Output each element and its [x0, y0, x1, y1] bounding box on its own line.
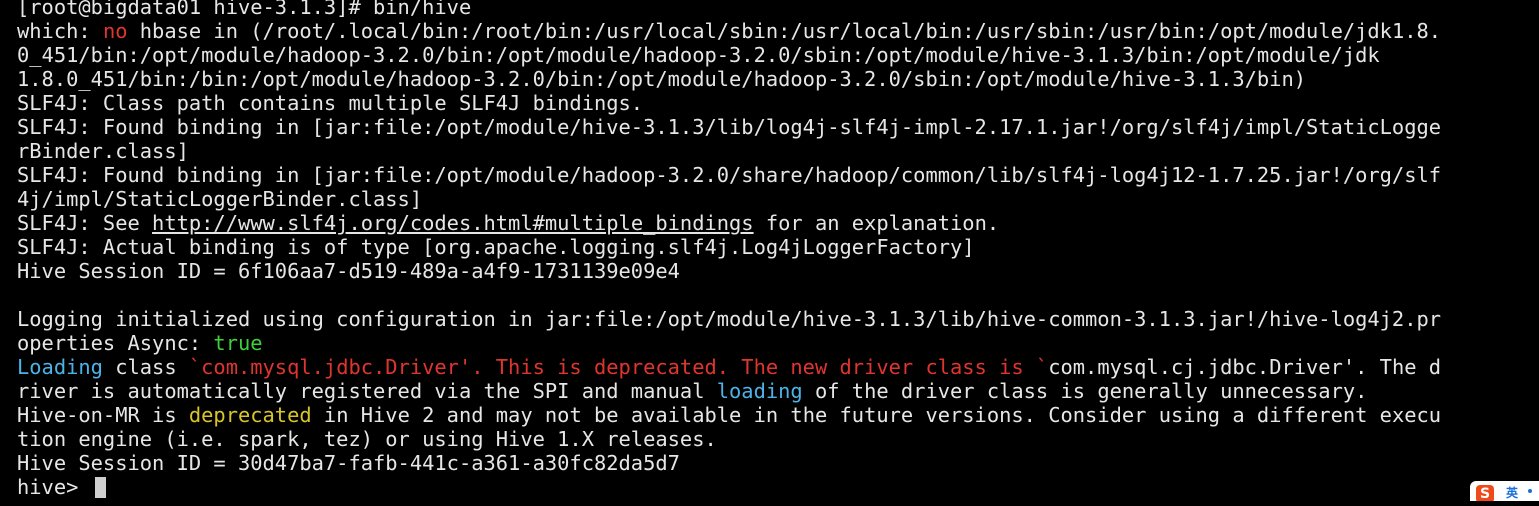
ime-punctuation-dot-icon[interactable]	[1528, 489, 1532, 493]
terminal-line: 0_451/bin:/opt/module/hadoop-3.2.0/bin:/…	[17, 43, 1380, 67]
text-cursor[interactable]	[94, 477, 106, 498]
terminal-line: SLF4J: See http://www.slf4j.org/codes.ht…	[17, 211, 1539, 235]
slf4j-docs-link[interactable]: http://www.slf4j.org/codes.html#multiple…	[152, 211, 754, 235]
keyword-text: loading	[716, 379, 803, 403]
terminal-text: for an explanation.	[753, 211, 1000, 235]
terminal-line: which: no hbase in (/root/.local/bin:/ro…	[17, 19, 1539, 43]
terminal-text: in Hive 2 and may not be available in th…	[311, 403, 1442, 427]
error-text: no	[102, 19, 128, 43]
terminal-text: operties Async:	[17, 331, 214, 355]
terminal-line: river is automatically registered via th…	[17, 379, 1539, 403]
terminal-line: Logging initialized using configuration …	[17, 307, 1442, 331]
terminal-text: river is automatically registered via th…	[17, 379, 717, 403]
ime-status-tray[interactable]: S 英	[1470, 481, 1539, 501]
terminal-line: operties Async: true	[17, 331, 1539, 355]
error-text: `com.mysql.jdbc.Driver'. This is depreca…	[188, 355, 1049, 379]
terminal-text: of the driver class is generally unneces…	[802, 379, 1368, 403]
terminal-text: class	[102, 355, 189, 379]
terminal-line: SLF4J: Actual binding is of type [org.ap…	[17, 235, 975, 259]
terminal-line: 4j/impl/StaticLoggerBinder.class]	[17, 187, 423, 211]
boolean-value: true	[213, 331, 263, 355]
terminal-line: tion engine (i.e. spark, tez) or using H…	[17, 427, 717, 451]
terminal-line: Hive-on-MR is deprecated in Hive 2 and m…	[17, 403, 1539, 427]
hive-prompt: hive>	[17, 475, 91, 499]
terminal-line: 1.8.0_451/bin:/bin:/opt/module/hadoop-3.…	[17, 67, 1307, 91]
terminal-line: Loading class `com.mysql.jdbc.Driver'. T…	[17, 355, 1539, 379]
hive-prompt-line[interactable]: hive>	[17, 475, 1539, 499]
warning-text: deprecated	[188, 403, 312, 427]
keyword-text: Loading	[17, 355, 103, 379]
terminal-text: SLF4J: See	[17, 211, 153, 235]
terminal-window[interactable]: [root@bigdata01 hive-3.1.3]# bin/hive wh…	[0, 0, 1539, 501]
terminal-text: hbase in (/root/.local/bin:/root/bin:/us…	[127, 19, 1442, 43]
terminal-line: SLF4J: Found binding in [jar:file:/opt/m…	[17, 163, 1442, 187]
terminal-line: rBinder.class]	[17, 139, 189, 163]
terminal-text: which:	[17, 19, 103, 43]
terminal-line: SLF4J: Class path contains multiple SLF4…	[17, 91, 644, 115]
terminal-line: SLF4J: Found binding in [jar:file:/opt/m…	[17, 115, 1442, 139]
sogou-ime-icon[interactable]: S	[1476, 485, 1494, 501]
terminal-text: com.mysql.cj.jdbc.Driver'. The d	[1048, 355, 1442, 379]
terminal-line: Hive Session ID = 30d47ba7-fafb-441c-a36…	[17, 451, 680, 475]
ime-language-mode[interactable]: 英	[1506, 486, 1518, 500]
terminal-line: [root@bigdata01 hive-3.1.3]# bin/hive	[17, 0, 472, 19]
terminal-text: Hive-on-MR is	[17, 403, 189, 427]
terminal-line: Hive Session ID = 6f106aa7-d519-489a-a4f…	[17, 259, 680, 283]
